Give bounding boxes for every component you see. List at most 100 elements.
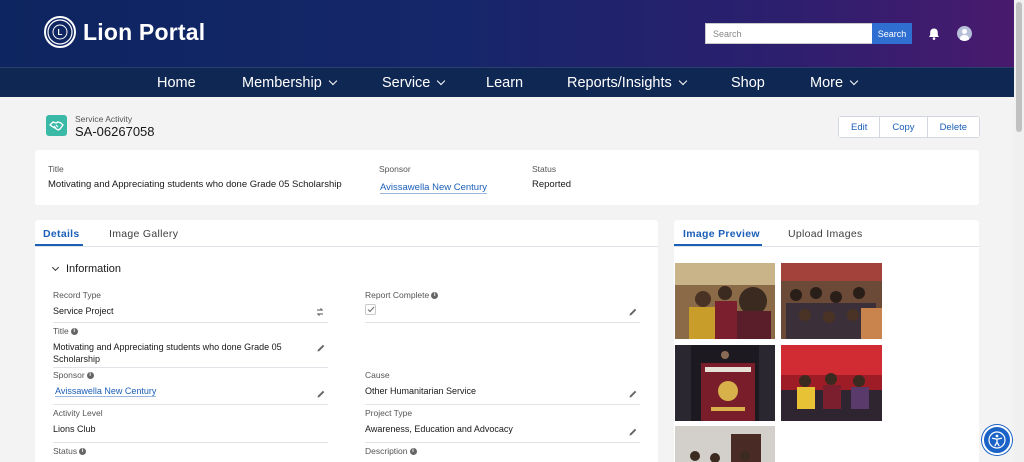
delete-button[interactable]: Delete (927, 117, 980, 137)
field-title: Title i Motivating and Appreciating stud… (53, 326, 328, 368)
nav-label: Learn (486, 74, 524, 91)
nav-home[interactable]: Home (157, 68, 196, 97)
photo-stage-ceremony[interactable] (675, 426, 775, 462)
nav-label: Membership (242, 74, 322, 91)
field-cause: Cause Other Humanitarian Service (365, 370, 640, 405)
pencil-icon[interactable] (316, 343, 326, 353)
photo-event-hall[interactable] (781, 345, 882, 421)
portal-logo[interactable]: L Lion Portal (44, 16, 205, 48)
highlight-status: Status Reported (532, 164, 571, 190)
highlight-value: Motivating and Appreciating students who… (48, 179, 342, 190)
field-value: Awareness, Education and Advocacy (365, 424, 513, 434)
sponsor-link[interactable]: Avissawella New Century (55, 386, 157, 397)
info-icon[interactable]: i (79, 447, 87, 455)
field-value: Service Project (53, 306, 114, 316)
field-report-complete: Report Complete i (365, 290, 640, 323)
tab-image-preview[interactable]: Image Preview (683, 228, 760, 240)
highlight-value: Reported (532, 179, 572, 190)
field-record-type: Record Type Service Project (53, 290, 328, 323)
field-activity-level: Activity Level Lions Club (53, 408, 328, 443)
pencil-icon[interactable] (316, 389, 326, 399)
photo-group-selfie[interactable] (675, 263, 775, 339)
nav-label: More (810, 74, 844, 91)
page-scrollbar-thumb[interactable] (1016, 2, 1022, 132)
record-number: SA-06267058 (75, 124, 155, 139)
field-label: Project Type (365, 408, 413, 418)
field-project-type: Project Type Awareness, Education and Ad… (365, 408, 640, 443)
field-sponsor: Sponsor i Avissawella New Century (53, 370, 328, 405)
highlight-title: Title Motivating and Appreciating studen… (48, 164, 342, 190)
field-value: Other Humanitarian Service (365, 386, 477, 396)
field-label: Record Type (53, 290, 102, 300)
field-status: Status i (53, 446, 87, 456)
field-label-text: Title (53, 326, 69, 336)
details-panel: Details Image Gallery Information Record… (35, 220, 658, 462)
copy-button[interactable]: Copy (880, 117, 928, 137)
nav-learn[interactable]: Learn (486, 68, 523, 97)
pencil-icon[interactable] (628, 389, 638, 399)
info-icon[interactable]: i (409, 447, 417, 455)
field-label: Cause (365, 370, 390, 380)
field-label-text: Report Complete (365, 290, 430, 300)
search-input[interactable] (705, 23, 872, 44)
sponsor-link[interactable]: Avissawella New Century (380, 182, 488, 194)
tab-upload-images[interactable]: Upload Images (788, 228, 863, 240)
field-label: Title i (53, 326, 328, 336)
checkmark-icon (367, 306, 374, 313)
highlights-panel: Title Motivating and Appreciating studen… (35, 150, 979, 205)
edit-button[interactable]: Edit (839, 117, 881, 137)
field-value: Motivating and Appreciating students who… (53, 342, 282, 364)
nav-label: Shop (731, 74, 765, 91)
tab-image-gallery[interactable]: Image Gallery (109, 228, 178, 240)
nav-service[interactable]: Service (382, 68, 446, 97)
chevron-down-icon (51, 263, 60, 272)
nav-more[interactable]: More (810, 68, 859, 97)
chevron-down-icon (328, 76, 338, 85)
photo-lions-banner[interactable] (675, 345, 775, 421)
main-nav: Home Membership Service Learn Reports/In… (0, 67, 1024, 97)
chevron-down-icon (678, 76, 688, 85)
pencil-icon[interactable] (628, 307, 638, 317)
search-bar: Search (705, 23, 912, 44)
field-label-text: Description (365, 446, 408, 456)
accessibility-icon[interactable] (982, 425, 1012, 455)
section-title: Information (66, 263, 122, 275)
field-label: Status i (53, 446, 87, 456)
svg-text:L: L (58, 28, 63, 37)
record-header: Service Activity SA-06267058 Edit Copy D… (35, 108, 981, 146)
section-information[interactable]: Information (51, 263, 122, 275)
nav-shop[interactable]: Shop (731, 68, 765, 97)
nav-reports-insights[interactable]: Reports/Insights (567, 68, 688, 97)
nav-label: Service (382, 74, 431, 91)
chevron-down-icon (849, 76, 859, 85)
chevron-down-icon (437, 76, 446, 85)
photo-audience-seated[interactable] (781, 263, 882, 339)
field-label: Activity Level (53, 408, 103, 418)
image-panel: Image Preview Upload Images (674, 220, 979, 462)
pencil-icon[interactable] (628, 427, 638, 437)
info-icon[interactable]: i (70, 327, 78, 335)
highlight-sponsor: Sponsor Avissawella New Century (379, 164, 488, 194)
info-icon[interactable]: i (431, 291, 439, 299)
highlight-label: Status (532, 164, 557, 174)
change-record-type-icon[interactable] (315, 307, 325, 317)
field-label: Description i (365, 446, 417, 456)
field-label: Sponsor i (53, 370, 328, 380)
tab-details[interactable]: Details (43, 228, 80, 240)
search-button[interactable]: Search (872, 23, 912, 44)
field-label: Report Complete i (365, 290, 640, 300)
field-value: Lions Club (53, 424, 96, 434)
details-tabs: Details Image Gallery (35, 220, 658, 247)
nav-membership[interactable]: Membership (242, 68, 338, 97)
highlight-label: Title (48, 164, 64, 174)
info-icon[interactable]: i (86, 371, 94, 379)
field-label-text: Sponsor (53, 370, 85, 380)
user-avatar-icon[interactable] (957, 26, 972, 41)
report-complete-checkbox[interactable] (365, 304, 376, 315)
active-tab-indicator (35, 244, 83, 246)
lions-logo-icon: L (44, 16, 76, 48)
bell-icon[interactable] (927, 27, 941, 41)
field-label-text: Status (53, 446, 78, 456)
nav-label: Reports/Insights (567, 74, 672, 91)
record-actions: Edit Copy Delete (838, 116, 981, 138)
